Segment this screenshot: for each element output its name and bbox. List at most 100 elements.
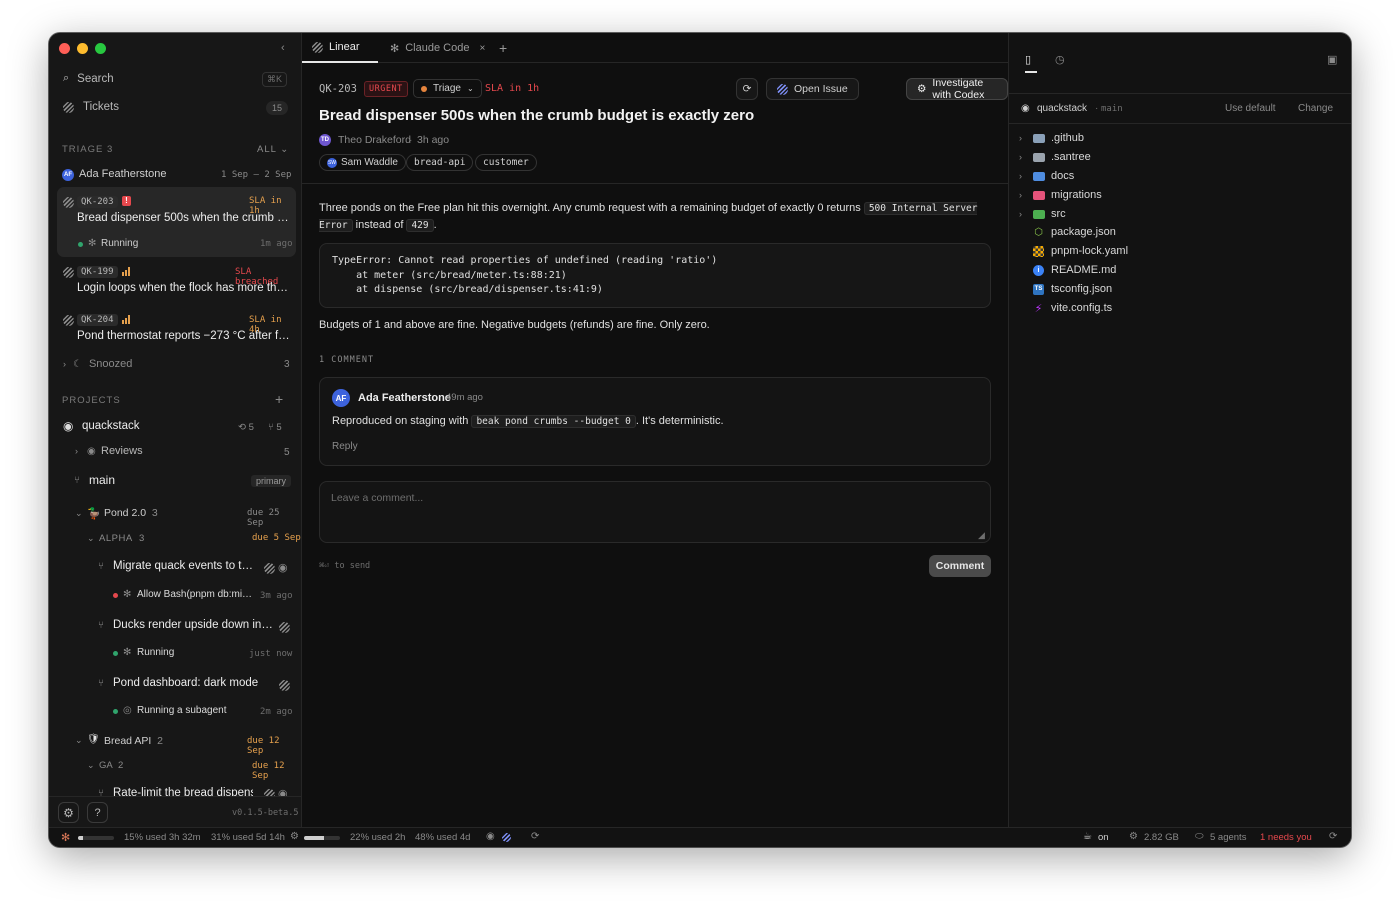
history-tab-icon[interactable]: ◷ [1055,53,1065,66]
file-vite-config[interactable]: ⚡ vite.config.ts [1019,299,1113,317]
triage-dot [421,85,427,92]
task-title[interactable]: Ducks render upside down in Safari [113,619,273,631]
file-pnpm-lock[interactable]: pnpm-lock.yaml [1019,242,1128,260]
repo-name[interactable]: quackstack [82,420,140,432]
main-branch[interactable]: main [89,473,115,487]
ga-milestone[interactable]: GA 2 [99,760,123,771]
divider [1009,93,1351,94]
branch-icon: ⑂ [98,788,104,796]
chevron-right-icon: › [1019,152,1022,162]
chevron-right-icon[interactable]: › [75,446,78,456]
close-tab-icon[interactable]: × [479,43,485,54]
linear-icon [777,83,788,95]
usage-bar [304,836,340,840]
files-repo-name: quackstack [1037,103,1088,114]
tab-linear[interactable]: Linear [302,33,378,63]
agent-status: Running a subagent [137,705,227,716]
caffeinate-status[interactable]: on [1098,832,1109,843]
repo-pr-count: ⟲ 5 [238,422,254,433]
linear-icon [264,789,275,796]
reviews-label[interactable]: Reviews [101,445,143,457]
triage-filter[interactable]: ALL ⌄ [257,144,289,155]
snoozed-row[interactable]: › ☾ Snoozed [63,358,132,370]
pond-project[interactable]: Pond 2.0 3 [104,507,158,519]
label-chip[interactable]: bread-api [406,154,474,171]
task-title[interactable]: Pond dashboard: dark mode [113,677,258,689]
chevron-right-icon: › [1019,209,1022,219]
commenter-name: Ada Featherstone [358,392,451,404]
linear-icon [279,680,290,691]
minimize-window-button[interactable] [77,43,88,54]
chevron-down-icon[interactable]: ⌄ [75,735,83,746]
refresh-button[interactable]: ⟳ [736,78,758,100]
comment-input[interactable]: Leave a comment... ◢ [319,481,991,543]
triage-heading: TRIAGE 3 [62,144,114,155]
needs-input-dot [113,593,118,598]
search-row[interactable]: ⌕ Search [63,72,114,85]
bread-project[interactable]: Bread API 2 [104,735,163,747]
github-icon: ◉ [63,419,74,433]
file-tsconfig[interactable]: TS tsconfig.json [1019,280,1112,298]
assignee-chip[interactable]: SW Sam Waddle [319,154,406,171]
new-tab-button[interactable]: + [489,33,517,63]
settings-gear-icon[interactable]: ⚙ [58,802,79,823]
folder-docs[interactable]: › docs [1019,167,1074,185]
task-title[interactable]: Migrate quack events to the new bus [113,560,256,572]
linear-icon [63,267,74,278]
chevron-down-icon[interactable]: ⌄ [87,533,95,544]
pond-due: due 25 Sep [247,508,280,528]
github-icon: ◉ [87,446,96,457]
reply-link[interactable]: Reply [332,441,358,452]
github-icon: ◉ [278,788,288,796]
resize-handle-icon[interactable]: ◢ [978,530,985,541]
alpha-milestone[interactable]: ALPHA 3 [99,533,145,544]
usage-bar [78,836,114,840]
github-icon: ◉ [1021,103,1030,114]
tab-claude-code[interactable]: ✻ Claude Code × [380,33,495,63]
files-tab-icon[interactable]: ▯ [1025,53,1031,66]
agents-count[interactable]: 5 agents [1210,832,1246,843]
linear-icon [312,41,323,53]
agent-time: 1m ago [260,239,293,249]
alpha-due: due 5 Sep [252,533,301,543]
tickets-row[interactable]: Tickets [63,101,119,113]
codex-icon: ⚙ [917,83,927,95]
file-readme[interactable]: i README.md [1019,261,1116,279]
agent-spark-icon: ✻ [88,238,97,249]
triage-item[interactable]: QK-204 SLA in 4h Pond thermostat reports… [57,311,296,351]
label-chip[interactable]: customer [475,154,537,171]
files-branch: main [1101,104,1123,114]
refresh-icon[interactable]: ⟳ [1329,831,1337,842]
add-project-button[interactable]: + [275,391,283,407]
close-window-button[interactable] [59,43,70,54]
needs-attention[interactable]: 1 needs you [1260,832,1312,843]
collapse-sidebar-icon[interactable]: ‹ [281,42,285,54]
toggle-panel-icon[interactable]: ▣ [1327,53,1337,66]
change-link[interactable]: Change [1298,103,1333,114]
folder-github[interactable]: › .github [1019,129,1084,147]
chevron-down-icon[interactable]: ⌄ [75,508,83,519]
help-icon[interactable]: ? [87,802,108,823]
folder-santree[interactable]: › .santree [1019,148,1091,166]
open-issue-button[interactable]: Open Issue [766,78,859,100]
agent-status[interactable]: Allow Bash(pnpm db:migrate) [137,589,255,600]
folder-src[interactable]: › src [1019,205,1066,223]
agent-spark-icon: ✻ [123,589,132,600]
investigate-button[interactable]: ⚙ Investigate with Codex [906,77,1008,101]
folder-migrations[interactable]: › migrations [1019,186,1102,204]
comment-button[interactable]: Comment [929,555,991,577]
stack-trace: TypeError: Cannot read properties of und… [319,243,991,308]
triage-item[interactable]: QK-199 SLA breached Login loops when the… [57,263,296,303]
state-dropdown[interactable]: Triage ⌄ [413,79,482,98]
file-package-json[interactable]: ⬡ package.json [1019,223,1116,241]
task-row-clipped[interactable]: ⑂ Rate-limit the bread dispenser ◉ [49,785,301,796]
files-panel: ▯ ◷ ▣ ◉ quackstack · main Use default Ch… [1009,33,1351,827]
use-default-link[interactable]: Use default [1225,103,1276,114]
sync-icon[interactable]: ⟳ [531,831,539,842]
issue-id: QK-203 [319,83,357,95]
triage-item-selected[interactable]: QK-203 ! SLA in 1h Bread dispenser 500s … [57,187,296,257]
codex-icon: ⚙ [290,831,299,842]
branch-icon: ⑂ [74,475,80,486]
zoom-window-button[interactable] [95,43,106,54]
chevron-down-icon[interactable]: ⌄ [87,760,95,771]
